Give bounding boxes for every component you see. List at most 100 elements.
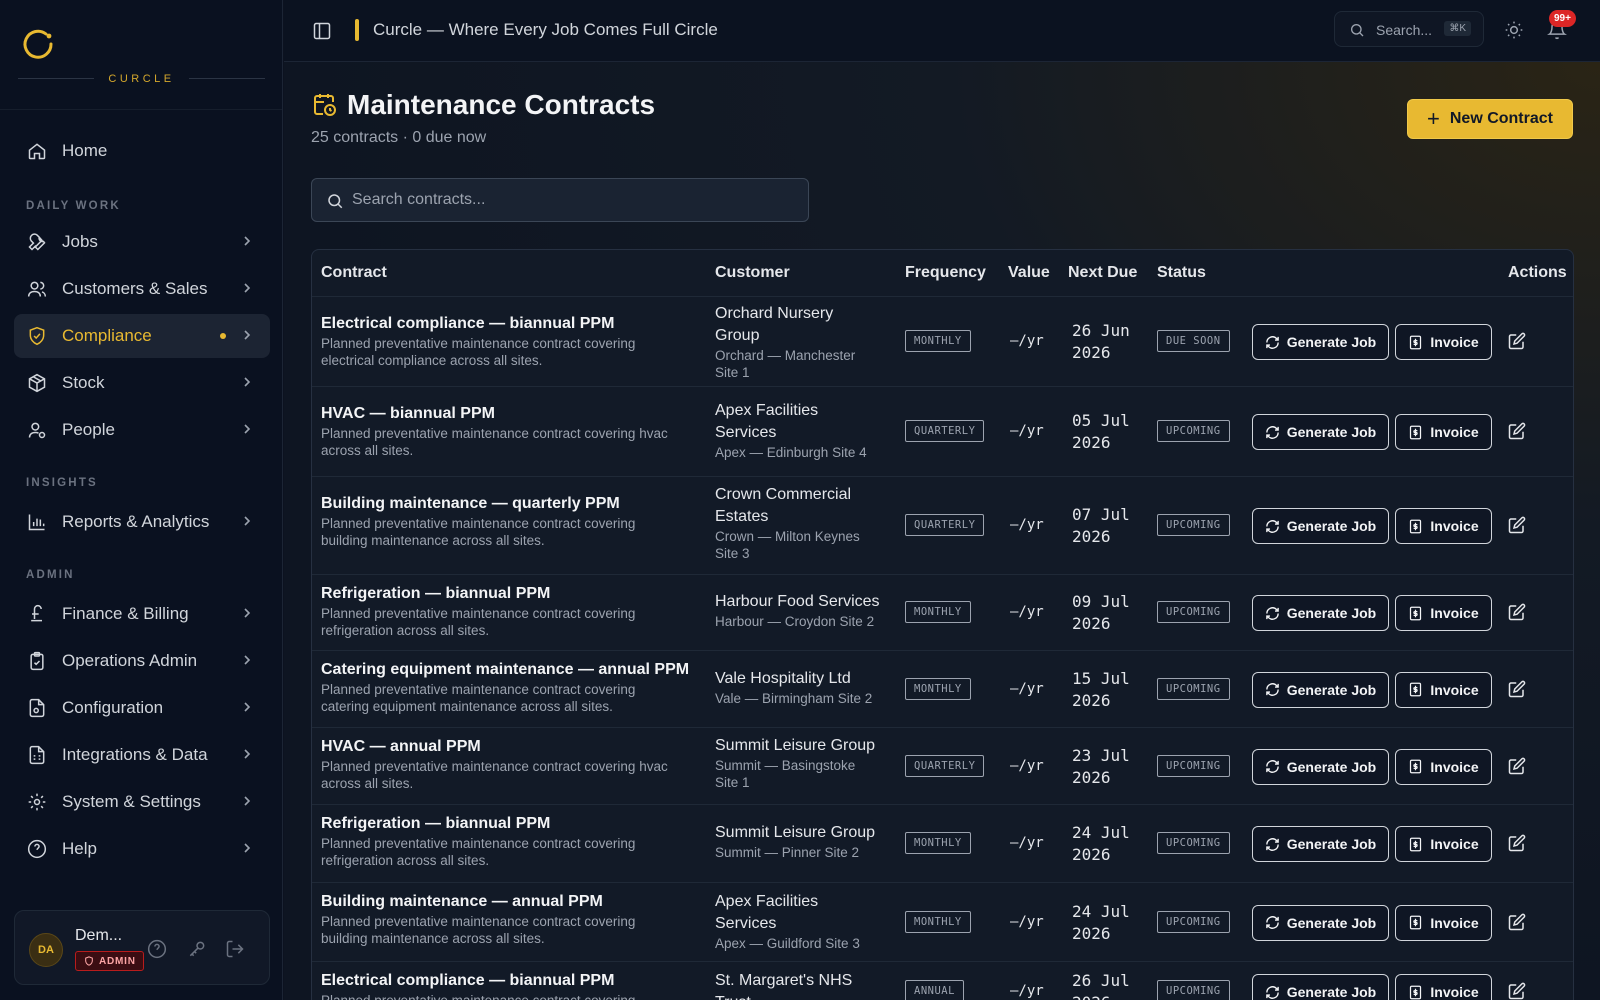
contract-cell[interactable]: Electrical compliance — biannual PPM Plan… (321, 972, 701, 1000)
sidebar-item-jobs[interactable]: Jobs (14, 220, 270, 264)
contract-cell[interactable]: Refrigeration — biannual PPM Planned prev… (321, 815, 701, 869)
contract-title[interactable]: Electrical compliance — biannual PPM (321, 315, 701, 333)
contract-title[interactable]: HVAC — biannual PPM (321, 405, 701, 423)
customer-name[interactable]: Summit Leisure Group (715, 735, 895, 757)
sidebar-item-finance[interactable]: Finance & Billing (14, 592, 270, 636)
table-row[interactable]: HVAC — annual PPM Planned preventative ma… (312, 727, 1573, 804)
table-row[interactable]: Refrigeration — biannual PPM Planned prev… (312, 804, 1573, 882)
invoice-button[interactable]: Invoice (1395, 748, 1492, 785)
global-search[interactable]: Search... ⌘K (1334, 11, 1484, 47)
sidebar-item-help[interactable]: Help (14, 827, 270, 871)
edit-icon[interactable] (1508, 603, 1526, 621)
sidebar-item-home[interactable]: Home (14, 129, 270, 173)
contract-cell[interactable]: Building maintenance — quarterly PPM Plan… (321, 495, 701, 549)
sidebar-item-customers[interactable]: Customers & Sales (14, 267, 270, 311)
contract-title[interactable]: Catering equipment maintenance — annual … (321, 661, 701, 679)
customer-cell[interactable]: Apex Facilities Services Apex — Edinburgh … (715, 400, 895, 461)
contract-cell[interactable]: HVAC — biannual PPM Planned preventative … (321, 405, 701, 459)
generate-job-button[interactable]: Generate Job (1252, 671, 1389, 708)
header-frequency[interactable]: Frequency (905, 264, 986, 282)
customer-cell[interactable]: Crown Commercial Estates Crown — Milton Ke… (715, 484, 895, 562)
generate-job-button[interactable]: Generate Job (1252, 904, 1389, 941)
sidebar-item-operations[interactable]: Operations Admin (14, 639, 270, 683)
contract-title[interactable]: HVAC — annual PPM (321, 738, 701, 756)
sidebar-item-integrations[interactable]: Integrations & Data (14, 733, 270, 777)
logout-icon[interactable] (225, 939, 245, 959)
help-circle-icon[interactable] (147, 939, 167, 959)
contract-title[interactable]: Building maintenance — annual PPM (321, 893, 701, 911)
header-customer[interactable]: Customer (715, 264, 790, 282)
invoice-button[interactable]: Invoice (1395, 671, 1492, 708)
header-next-due[interactable]: Next Due (1068, 264, 1137, 282)
table-row[interactable]: Catering equipment maintenance — annual … (312, 650, 1573, 727)
edit-icon[interactable] (1508, 422, 1526, 440)
edit-icon[interactable] (1508, 834, 1526, 852)
invoice-button[interactable]: Invoice (1395, 595, 1492, 631)
avatar[interactable]: DA (29, 933, 63, 967)
invoice-button[interactable]: Invoice (1395, 508, 1492, 544)
customer-cell[interactable]: Summit Leisure Group Summit — Pinner Site… (715, 822, 895, 861)
customer-cell[interactable]: Orchard Nursery Group Orchard — Manchester… (715, 303, 895, 381)
invoice-button[interactable]: Invoice (1395, 414, 1492, 450)
sidebar-item-configuration[interactable]: Configuration (14, 686, 270, 730)
table-row[interactable]: HVAC — biannual PPM Planned preventative … (312, 386, 1573, 476)
edit-icon[interactable] (1508, 982, 1526, 1000)
edit-icon[interactable] (1508, 516, 1526, 534)
generate-job-button[interactable]: Generate Job (1252, 324, 1389, 360)
customer-cell[interactable]: St. Margaret's NHSTrust (715, 970, 895, 1000)
contract-title[interactable]: Building maintenance — quarterly PPM (321, 495, 701, 513)
sidebar-item-people[interactable]: People (14, 408, 270, 452)
customer-name[interactable]: Crown Commercial (715, 484, 895, 506)
edit-icon[interactable] (1508, 913, 1526, 931)
customer-cell[interactable]: Vale Hospitality Ltd Vale — Birmingham Si… (715, 668, 895, 707)
invoice-button[interactable]: Invoice (1395, 904, 1492, 941)
customer-name[interactable]: St. Margaret's NHS (715, 970, 895, 992)
sidebar-item-compliance[interactable]: Compliance (14, 314, 270, 358)
logo-icon[interactable] (20, 26, 56, 62)
customer-cell[interactable]: Apex Facilities Services Apex — Guildford … (715, 891, 895, 952)
search-input[interactable] (352, 179, 792, 221)
key-icon[interactable] (187, 939, 207, 959)
sidebar-toggle-icon[interactable] (312, 21, 332, 41)
customer-cell[interactable]: Harbour Food Services Harbour — Croydon S… (715, 591, 895, 630)
table-row[interactable]: Building maintenance — annual PPM Planned… (312, 882, 1573, 961)
customer-name[interactable]: Harbour Food Services (715, 591, 895, 613)
sidebar-item-reports[interactable]: Reports & Analytics (14, 500, 270, 544)
customer-cell[interactable]: Summit Leisure Group Summit — Basingstoke… (715, 735, 895, 791)
new-contract-button[interactable]: + New Contract (1407, 99, 1573, 139)
customer-name[interactable]: Orchard Nursery (715, 303, 895, 325)
customer-name[interactable]: Apex Facilities (715, 400, 895, 422)
generate-job-button[interactable]: Generate Job (1252, 748, 1389, 785)
sidebar-item-system[interactable]: System & Settings (14, 780, 270, 824)
sun-icon[interactable] (1504, 20, 1524, 40)
generate-job-button[interactable]: Generate Job (1252, 414, 1389, 450)
generate-job-button[interactable]: Generate Job (1252, 974, 1389, 1000)
table-row[interactable]: Electrical compliance — biannual PPM Plan… (312, 296, 1573, 386)
invoice-button[interactable]: Invoice (1395, 826, 1492, 862)
contract-cell[interactable]: Electrical compliance — biannual PPM Plan… (321, 315, 701, 369)
edit-icon[interactable] (1508, 332, 1526, 350)
sidebar-item-stock[interactable]: Stock (14, 361, 270, 405)
contract-title[interactable]: Refrigeration — biannual PPM (321, 585, 701, 603)
table-row[interactable]: Electrical compliance — biannual PPM Plan… (312, 961, 1573, 1000)
table-row[interactable]: Refrigeration — biannual PPM Planned prev… (312, 574, 1573, 650)
table-row[interactable]: Building maintenance — quarterly PPM Plan… (312, 476, 1573, 574)
edit-icon[interactable] (1508, 757, 1526, 775)
customer-name[interactable]: Vale Hospitality Ltd (715, 668, 895, 690)
contract-cell[interactable]: Building maintenance — annual PPM Planned… (321, 893, 701, 947)
contract-title[interactable]: Refrigeration — biannual PPM (321, 815, 701, 833)
invoice-button[interactable]: Invoice (1395, 974, 1492, 1000)
contract-cell[interactable]: Catering equipment maintenance — annual … (321, 661, 701, 715)
header-contract[interactable]: Contract (321, 264, 387, 282)
contract-cell[interactable]: Refrigeration — biannual PPM Planned prev… (321, 585, 701, 639)
generate-job-button[interactable]: Generate Job (1252, 595, 1389, 631)
customer-name[interactable]: Summit Leisure Group (715, 822, 895, 844)
contract-title[interactable]: Electrical compliance — biannual PPM (321, 972, 701, 990)
customer-name[interactable]: Apex Facilities (715, 891, 895, 913)
header-value[interactable]: Value (1008, 264, 1050, 282)
header-status[interactable]: Status (1157, 264, 1206, 282)
contract-cell[interactable]: HVAC — annual PPM Planned preventative ma… (321, 738, 701, 792)
invoice-button[interactable]: Invoice (1395, 324, 1492, 360)
generate-job-button[interactable]: Generate Job (1252, 826, 1389, 862)
edit-icon[interactable] (1508, 680, 1526, 698)
